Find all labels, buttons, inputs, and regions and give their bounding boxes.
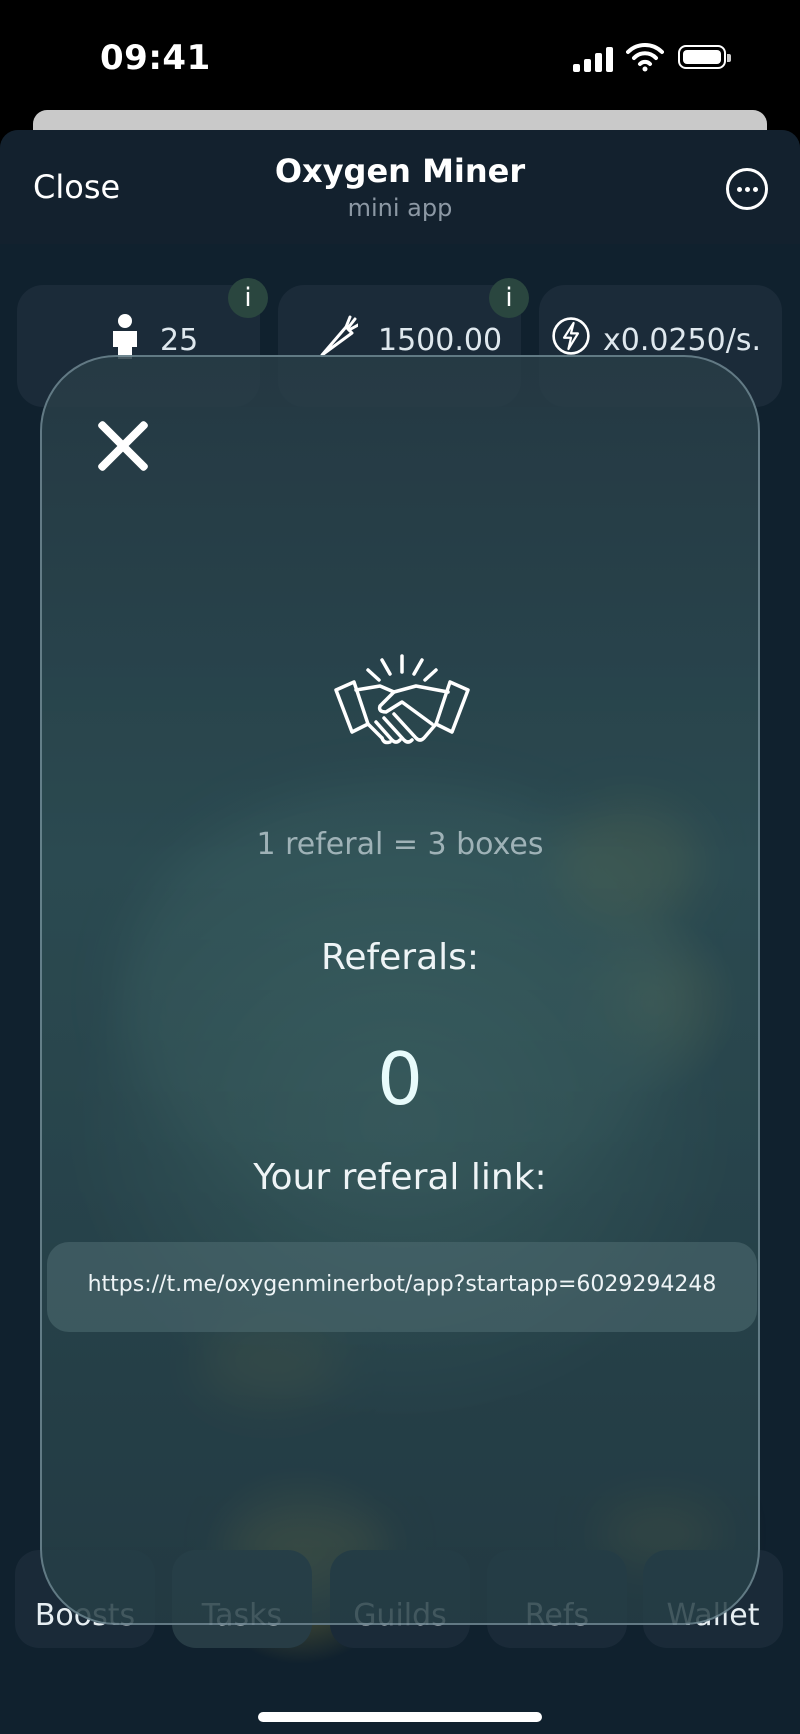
stat-value: 1500.00: [378, 323, 503, 358]
referrals-label: Referals:: [320, 937, 480, 978]
battery-icon: [678, 45, 731, 69]
info-icon[interactable]: i: [489, 278, 529, 318]
status-time: 09:41: [100, 38, 211, 78]
close-icon[interactable]: [94, 417, 152, 475]
handshake-icon: [334, 654, 470, 745]
more-options-icon[interactable]: [726, 168, 768, 210]
referral-ratio-text: 1 referal = 3 boxes: [256, 827, 544, 862]
cellular-signal-icon: [573, 46, 615, 72]
carrot-icon: [320, 315, 358, 357]
home-indicator: [258, 1712, 542, 1722]
app-subtitle: mini app: [347, 194, 453, 222]
app-header: Close Oxygen Miner mini app: [0, 130, 800, 244]
referral-modal: 1 referal = 3 boxes Referals: 0 Your ref…: [40, 355, 760, 1625]
referral-link-field[interactable]: https://t.me/oxygenminerbot/app?startapp…: [47, 1242, 757, 1332]
wifi-icon: [626, 42, 664, 72]
stat-value: x0.0250/s.: [603, 323, 761, 358]
referral-link-label: Your referal link:: [253, 1157, 547, 1198]
status-bar: 09:41: [0, 0, 800, 120]
lightning-icon: [552, 317, 590, 355]
referrals-count: 0: [377, 1037, 423, 1121]
info-icon[interactable]: i: [228, 278, 268, 318]
app-title: Oxygen Miner: [274, 152, 526, 190]
stat-value: 25: [160, 323, 199, 358]
person-icon: [113, 314, 137, 359]
sheet-edge: [33, 110, 767, 132]
referral-link-text: https://t.me/oxygenminerbot/app?startapp…: [87, 1272, 717, 1297]
